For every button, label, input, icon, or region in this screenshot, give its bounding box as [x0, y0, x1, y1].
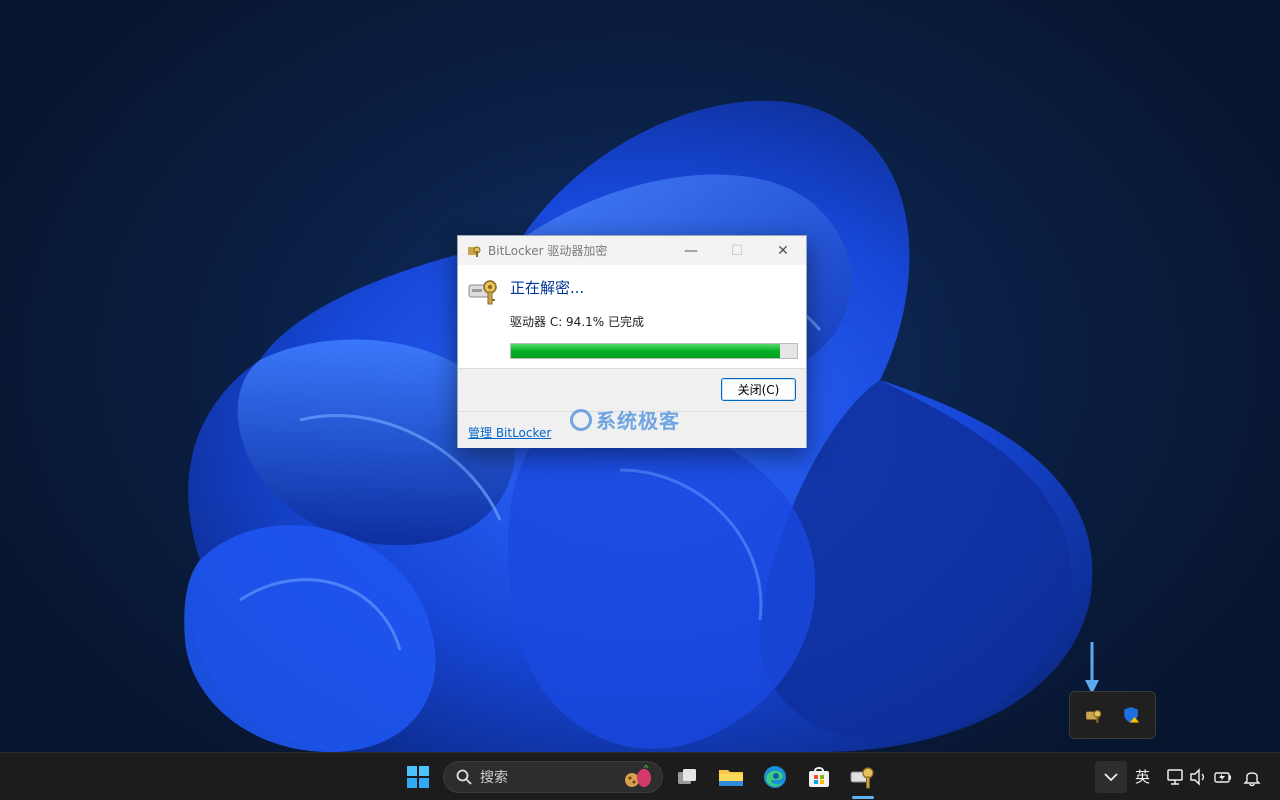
tray-overflow-flyout — [1069, 691, 1156, 739]
maximize-button: ☐ — [714, 236, 760, 265]
volume-icon[interactable] — [1189, 767, 1209, 787]
close-window-button[interactable]: ✕ — [760, 236, 806, 265]
annotation-arrow-icon — [1085, 642, 1099, 694]
maximize-icon: ☐ — [730, 242, 744, 259]
watermark-text: 系统极客 — [596, 409, 680, 433]
input-method-indicator[interactable]: 英 — [1135, 766, 1150, 787]
chevron-down-icon — [1104, 773, 1118, 782]
active-app-indicator — [852, 796, 874, 799]
bitlocker-drive-icon — [468, 280, 497, 305]
task-view-button[interactable] — [671, 761, 703, 793]
tray-bitlocker-button[interactable] — [1083, 704, 1105, 726]
close-button[interactable]: 关闭(C) — [721, 378, 796, 401]
bitlocker-icon — [1086, 709, 1102, 723]
edge-button[interactable] — [759, 761, 791, 793]
minimize-icon: — — [684, 242, 698, 259]
manage-bitlocker-link[interactable]: 管理 BitLocker — [468, 424, 551, 441]
bitlocker-icon — [468, 246, 481, 257]
search-highlight-icon — [625, 765, 651, 787]
minimize-button[interactable]: — — [668, 236, 714, 265]
decryption-progress-bar — [510, 343, 798, 359]
defender-warning-icon — [1124, 707, 1139, 723]
dialog-heading: 正在解密... — [510, 279, 585, 297]
file-explorer-icon — [719, 770, 743, 786]
bitlocker-icon — [850, 767, 874, 789]
dialog-footer: 关闭(C) 管理 BitLocker 系统极客 — [458, 368, 806, 448]
dialog-title: BitLocker 驱动器加密 — [488, 244, 608, 258]
taskbar-search[interactable]: 搜索 — [443, 761, 663, 793]
show-hidden-icons-button[interactable] — [1095, 761, 1127, 793]
progress-fill — [511, 344, 781, 358]
battery-icon[interactable] — [1213, 767, 1233, 787]
watermark-logo-icon — [570, 408, 592, 431]
watermark: 系统极客 — [570, 405, 680, 434]
close-icon: ✕ — [777, 242, 789, 259]
bitlocker-dialog: BitLocker 驱动器加密 — ☐ ✕ 正在解密... 驱动器 C: 94.… — [457, 235, 807, 448]
search-placeholder: 搜索 — [480, 770, 508, 786]
dialog-content: 正在解密... 驱动器 C: 94.1% 已完成 — [458, 265, 806, 368]
decryption-status: 驱动器 C: 94.1% 已完成 — [510, 315, 644, 329]
edge-icon — [764, 766, 786, 788]
search-icon — [456, 769, 472, 785]
dialog-titlebar[interactable]: BitLocker 驱动器加密 — ☐ ✕ — [458, 236, 806, 265]
tray-defender-button[interactable] — [1120, 704, 1142, 726]
start-icon — [407, 766, 429, 788]
notification-bell-icon[interactable] — [1242, 767, 1262, 787]
task-view-icon — [678, 769, 696, 784]
store-button[interactable] — [803, 761, 835, 793]
taskbar: 搜索 英 — [0, 752, 1280, 800]
store-icon — [809, 767, 829, 787]
file-explorer-button[interactable] — [715, 761, 747, 793]
network-icon[interactable] — [1166, 767, 1186, 787]
start-button[interactable] — [402, 761, 434, 793]
bitlocker-taskbar-button[interactable] — [847, 761, 879, 793]
